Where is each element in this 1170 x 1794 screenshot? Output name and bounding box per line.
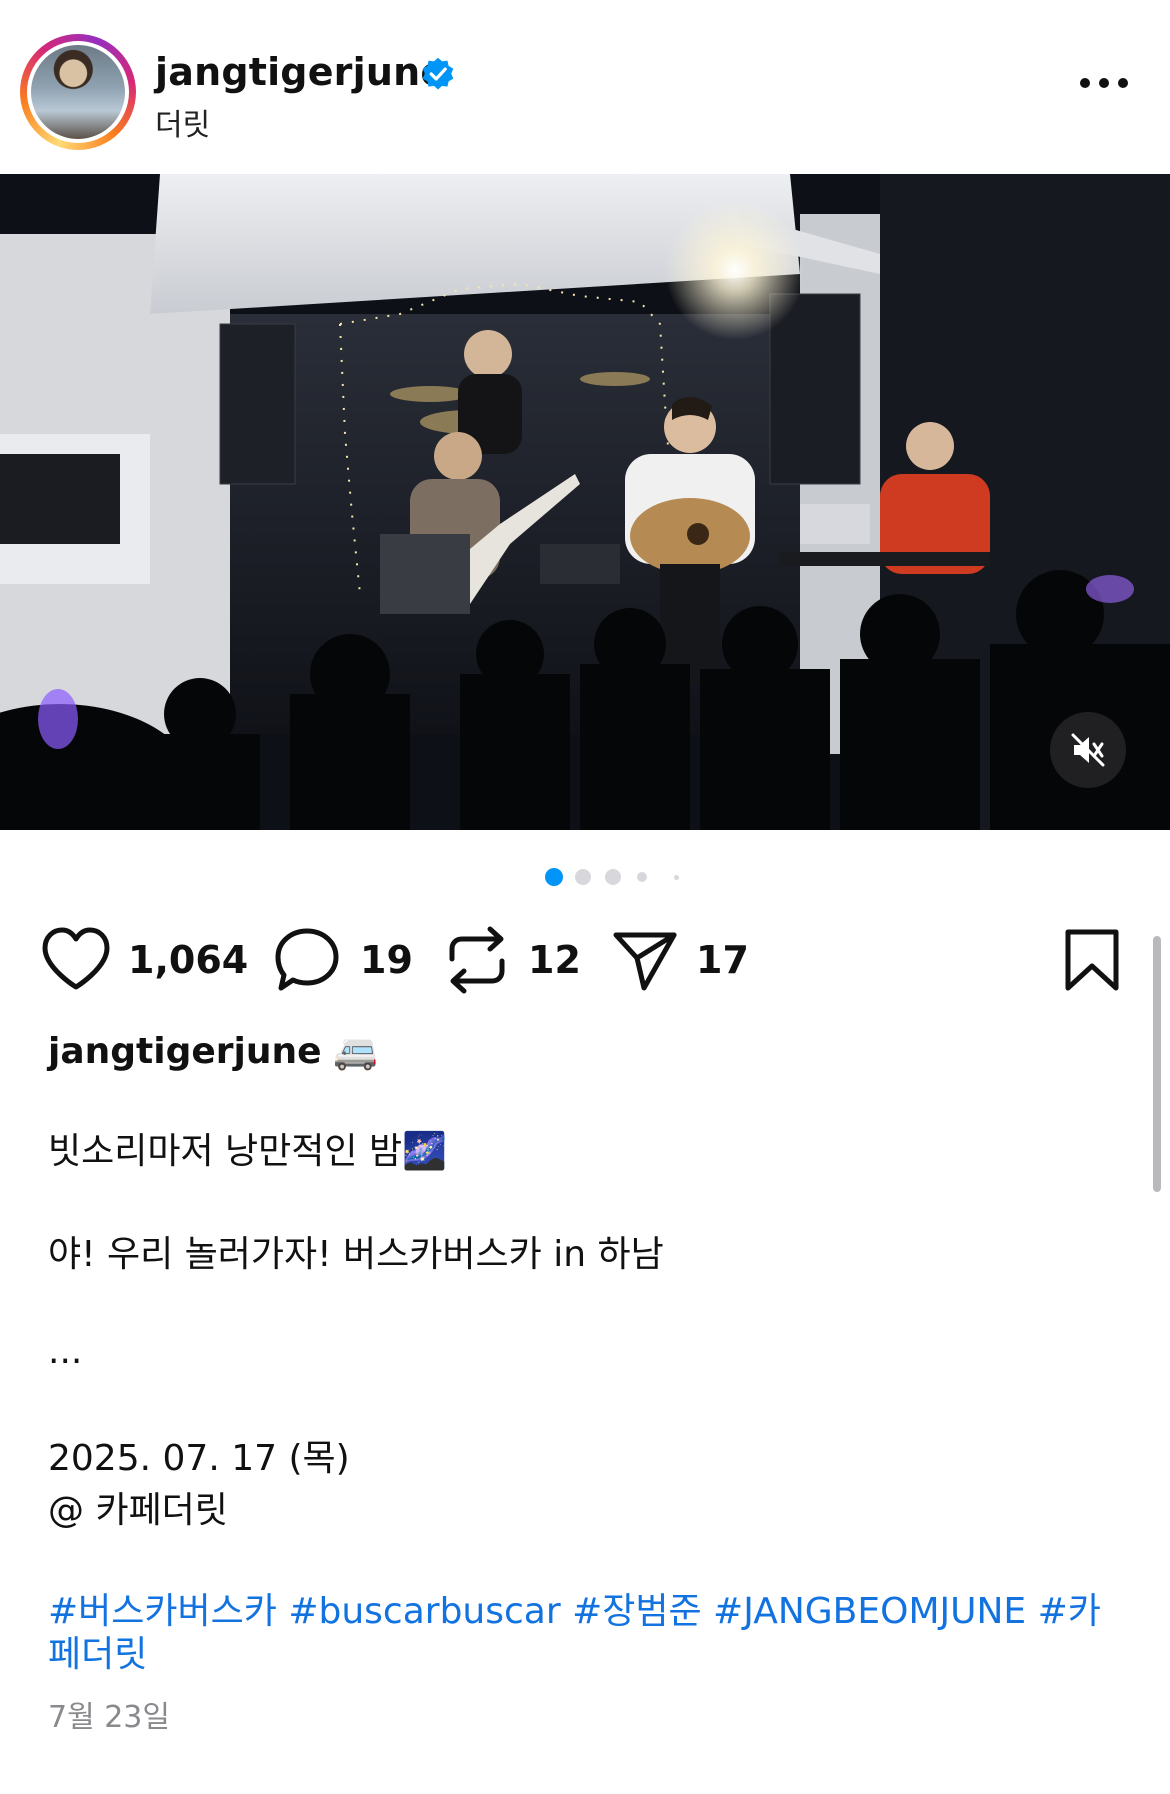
post-header: jangtigerjune 더릿 xyxy=(0,0,1170,174)
heart-icon xyxy=(42,927,110,990)
profile-avatar[interactable] xyxy=(20,34,136,150)
mute-icon xyxy=(1071,733,1105,767)
post-location[interactable]: 더릿 xyxy=(155,100,210,144)
share-count: 17 xyxy=(696,938,749,982)
bookmark-icon xyxy=(1065,929,1119,991)
comment-count: 19 xyxy=(360,938,413,982)
caption-text: 빗소리마저 낭만적인 밤 xyxy=(48,1131,403,1172)
avatar-image xyxy=(31,45,125,139)
caption-date: 2025. 07. 17 (목) xyxy=(48,1438,350,1479)
post-media[interactable] xyxy=(0,174,1170,830)
caption-ellipsis: ... xyxy=(48,1331,83,1372)
caption-hashtags[interactable]: #버스카버스카 #buscarbuscar #장범준 #JANGBEOMJUNE… xyxy=(48,1590,1128,1676)
carousel-indicator xyxy=(545,868,685,888)
comment-icon xyxy=(275,928,339,991)
post-date: 7월 23일 xyxy=(48,1700,170,1735)
carousel-dot xyxy=(575,869,591,885)
caption-place: @ 카페더릿 xyxy=(48,1490,228,1531)
send-icon xyxy=(613,932,677,991)
repost-count: 12 xyxy=(528,938,581,982)
hashtags-line[interactable]: #버스카버스카 #buscarbuscar #장범준 #JANGBEOMJUNE… xyxy=(48,1590,1128,1633)
repost-icon xyxy=(449,926,505,994)
more-options-icon[interactable] xyxy=(1080,70,1128,94)
concert-photo xyxy=(0,174,1170,830)
post-username[interactable]: jangtigerjune xyxy=(155,50,446,94)
hashtags-line[interactable]: 페더릿 xyxy=(48,1633,1128,1676)
caption-line: 빗소리마저 낭만적인 밤🌌 xyxy=(48,1130,1128,1173)
caption-header: jangtigerjune 🚐 xyxy=(48,1030,1128,1073)
action-bar: 1,064 19 12 17 xyxy=(0,920,1170,1000)
verified-badge-icon xyxy=(422,57,454,90)
caption-line: 야! 우리 놀러가자! 버스카버스카 in 하남 xyxy=(48,1234,664,1275)
mute-button[interactable] xyxy=(1050,712,1126,788)
carousel-dot xyxy=(605,869,621,885)
van-emoji: 🚐 xyxy=(333,1031,378,1072)
scrollbar[interactable] xyxy=(1153,936,1161,1192)
carousel-dot xyxy=(674,875,679,880)
carousel-dot xyxy=(637,872,647,882)
caption-username[interactable]: jangtigerjune xyxy=(48,1031,322,1072)
carousel-dot-active xyxy=(545,868,563,886)
milky-way-emoji: 🌌 xyxy=(402,1131,447,1172)
like-count: 1,064 xyxy=(128,938,249,982)
